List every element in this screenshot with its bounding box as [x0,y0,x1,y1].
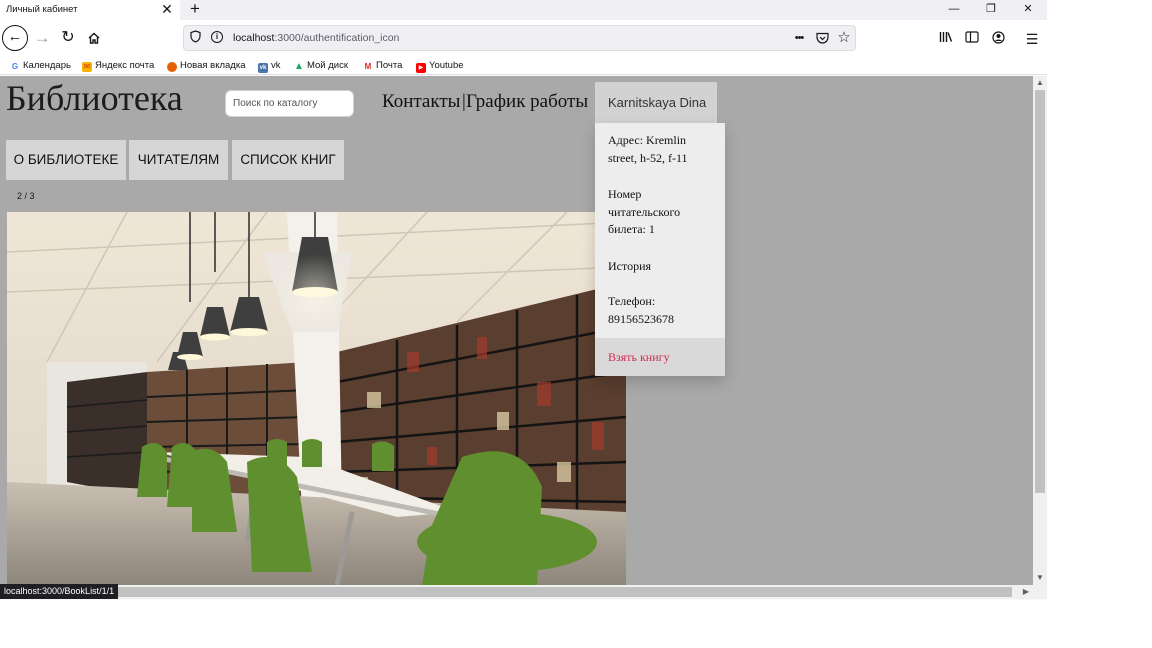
forward-icon[interactable]: → [29,25,55,51]
tab-strip: Личный кабинет ✕ + — ❐ ✕ [0,0,1047,20]
bookmark-label: Новая вкладка [180,60,246,71]
site-info-icon[interactable]: i [211,31,223,43]
catalog-search-input[interactable] [225,90,354,117]
page-actions-icon[interactable]: ••• [790,29,808,47]
bookmark-label: Календарь [23,60,71,71]
mail-icon: ✉ [82,62,92,72]
url-text[interactable]: localhost:3000/authentification_icon [233,32,399,44]
minimize-icon[interactable]: — [939,0,969,20]
drive-icon: ▲ [294,61,304,72]
url-host: localhost [233,32,275,44]
dropdown-address[interactable]: Адрес: Kremlin street, h-52, f-11 [608,132,716,167]
contacts-link[interactable]: Контакты [382,91,460,113]
library-photo[interactable] [7,212,626,585]
user-menu-button[interactable]: Karnitskaya Dina [595,82,717,123]
menu-readers[interactable]: Читателям [129,140,228,180]
browser-window: Личный кабинет ✕ + — ❐ ✕ ← → ↻ i localho… [0,0,1047,600]
reload-icon[interactable]: ↻ [55,25,81,51]
url-path: :3000/authentification_icon [274,32,400,44]
account-icon[interactable] [989,31,1007,47]
dropdown-history[interactable]: История [608,258,716,276]
bookmarks-toolbar: G Календарь ✉ Яндекс почта ● Новая вкладка … [0,56,1047,75]
bookmark-label: Яндекс почта [95,60,155,71]
bookmark-label: Мой диск [307,60,349,71]
scroll-right-icon[interactable]: ▶ [1019,586,1033,598]
bookmark-youtube[interactable]: ▶ Youtube [416,58,464,73]
dropdown-ticket-number[interactable]: Номер читательского билета: 1 [608,186,716,239]
menu-about-library[interactable]: О библиотеке [6,140,126,180]
horizontal-scrollbar[interactable]: ▶ [0,585,1033,599]
address-bar[interactable]: i localhost:3000/authentification_icon •… [183,25,856,51]
working-hours-link[interactable]: График работы [466,91,588,113]
bookmark-vk[interactable]: vk vk [258,58,281,73]
navigation-toolbar: ← → ↻ i localhost:3000/authentification_… [0,20,1047,56]
slide-counter: 2 / 3 [17,191,35,201]
bookmark-star-icon[interactable]: ☆ [835,29,853,47]
scrollbar-corner [1033,585,1047,599]
sidebar-icon[interactable] [963,31,981,47]
active-tab[interactable]: Личный кабинет ✕ [0,0,180,20]
bookmark-label: Youtube [429,60,464,71]
new-tab-icon[interactable]: + [187,0,203,20]
home-icon[interactable] [81,25,107,51]
close-window-icon[interactable]: ✕ [1013,0,1043,20]
hamburger-menu-icon[interactable]: ☰ [1023,31,1041,47]
vk-icon: vk [258,63,268,73]
vertical-scrollbar[interactable]: ▲ ▼ [1033,76,1047,585]
restore-icon[interactable]: ❐ [976,0,1006,20]
back-icon[interactable]: ← [2,25,28,51]
vertical-scroll-thumb[interactable] [1035,90,1045,493]
bookmark-yandex-mail[interactable]: ✉ Яндекс почта [82,58,154,73]
close-tab-icon[interactable]: ✕ [160,0,174,20]
user-dropdown-menu: Адрес: Kremlin street, h-52, f-11 Номер … [595,123,725,376]
bookmark-my-drive[interactable]: ▲ Мой диск [294,58,348,73]
tracking-shield-icon[interactable] [190,30,201,46]
bookmark-new-tab[interactable]: ● Новая вкладка [167,58,245,73]
scroll-up-icon[interactable]: ▲ [1033,77,1047,89]
google-icon: G [10,62,20,72]
status-link-preview: localhost:3000/BookList/1/1 [0,584,119,599]
scroll-down-icon[interactable]: ▼ [1033,572,1047,584]
library-icon[interactable] [937,31,955,47]
tab-title: Личный кабинет [6,4,78,15]
dropdown-phone[interactable]: Телефон: 89156523678 [608,293,716,328]
bookmark-label: vk [271,60,281,71]
pocket-icon[interactable] [813,29,831,47]
page-viewport: Библиотека Контакты | График работы Karn… [0,76,1033,585]
bookmark-calendar[interactable]: G Календарь [10,58,71,73]
horizontal-scroll-thumb[interactable] [16,587,1012,597]
site-title[interactable]: Библиотека [6,77,183,119]
dropdown-take-book[interactable]: Взять книгу [595,338,725,376]
gmail-icon: M [363,62,373,72]
firefox-icon: ● [167,62,177,72]
youtube-icon: ▶ [416,63,426,73]
bookmark-mail[interactable]: M Почта [363,58,402,73]
menu-book-list[interactable]: Список книг [232,140,344,180]
bookmark-label: Почта [376,60,403,71]
